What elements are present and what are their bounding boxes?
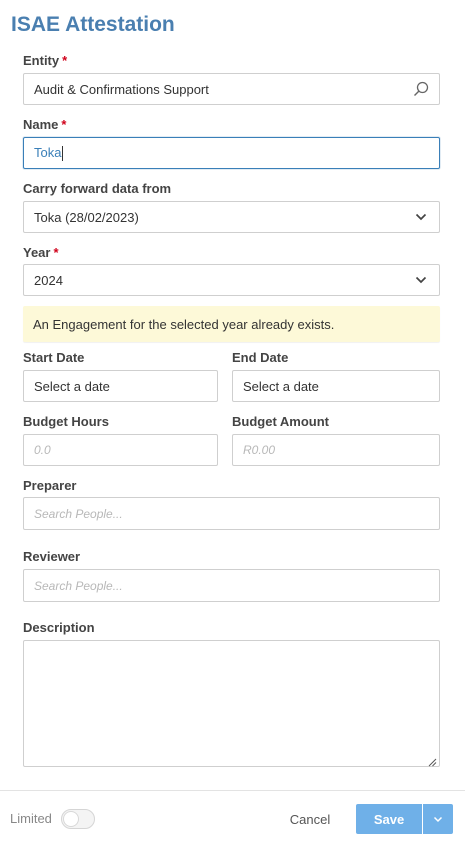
chevron-down-icon bbox=[433, 810, 443, 828]
limited-toggle[interactable] bbox=[61, 809, 95, 829]
budget-hours-label: Budget Hours bbox=[23, 414, 109, 429]
description-textarea[interactable] bbox=[23, 640, 440, 767]
carry-forward-label: Carry forward data from bbox=[23, 181, 172, 196]
reviewer-input[interactable]: Search People... bbox=[23, 569, 440, 602]
start-date-field[interactable]: Select a date bbox=[23, 370, 218, 402]
entity-label-text: Entity bbox=[23, 53, 60, 68]
required-mark: * bbox=[53, 245, 59, 260]
budget-amount-label: Budget Amount bbox=[232, 414, 329, 429]
chevron-down-icon bbox=[413, 209, 429, 225]
toggle-knob bbox=[63, 811, 79, 827]
entity-value: Audit & Confirmations Support bbox=[34, 81, 209, 97]
end-date-field[interactable]: Select a date bbox=[232, 370, 440, 402]
start-date-placeholder: Select a date bbox=[34, 378, 110, 394]
limited-label: Limited bbox=[10, 811, 52, 826]
engagement-exists-notice: An Engagement for the selected year alre… bbox=[23, 306, 440, 342]
budget-amount-input[interactable]: R0.00 bbox=[232, 434, 440, 466]
carry-forward-select[interactable]: Toka (28/02/2023) bbox=[23, 201, 440, 233]
start-date-label: Start Date bbox=[23, 350, 85, 365]
name-label-text: Name bbox=[23, 117, 59, 132]
page-title: ISAE Attestation bbox=[11, 13, 175, 36]
name-label: Name * bbox=[23, 117, 66, 132]
description-label: Description bbox=[23, 620, 95, 635]
year-label: Year * bbox=[23, 245, 59, 260]
chevron-down-icon bbox=[413, 272, 429, 288]
reviewer-label: Reviewer bbox=[23, 549, 81, 564]
year-select[interactable]: 2024 bbox=[23, 264, 440, 296]
end-date-placeholder: Select a date bbox=[243, 378, 319, 394]
footer-divider bbox=[0, 790, 465, 791]
preparer-input[interactable]: Search People... bbox=[23, 497, 440, 530]
year-value: 2024 bbox=[34, 272, 63, 288]
resize-handle-icon[interactable] bbox=[427, 754, 437, 767]
year-label-text: Year bbox=[23, 245, 51, 260]
required-mark: * bbox=[61, 117, 67, 132]
preparer-placeholder: Search People... bbox=[34, 506, 123, 521]
end-date-label: End Date bbox=[232, 350, 289, 365]
text-cursor bbox=[62, 146, 64, 162]
preparer-label: Preparer bbox=[23, 478, 77, 493]
save-options-button[interactable] bbox=[423, 804, 453, 834]
entity-label: Entity * bbox=[23, 53, 67, 68]
reviewer-placeholder: Search People... bbox=[34, 578, 123, 593]
required-mark: * bbox=[62, 53, 68, 68]
save-button[interactable]: Save bbox=[356, 804, 422, 834]
carry-forward-value: Toka (28/02/2023) bbox=[34, 209, 139, 225]
name-field[interactable]: Toka bbox=[23, 137, 440, 169]
name-value: Toka bbox=[34, 144, 62, 160]
budget-hours-placeholder: 0.0 bbox=[34, 443, 51, 457]
entity-field[interactable]: Audit & Confirmations Support bbox=[23, 73, 440, 105]
budget-amount-placeholder: R0.00 bbox=[243, 443, 276, 457]
search-icon[interactable] bbox=[413, 81, 429, 97]
cancel-button[interactable]: Cancel bbox=[280, 805, 340, 833]
budget-hours-input[interactable]: 0.0 bbox=[23, 434, 218, 466]
